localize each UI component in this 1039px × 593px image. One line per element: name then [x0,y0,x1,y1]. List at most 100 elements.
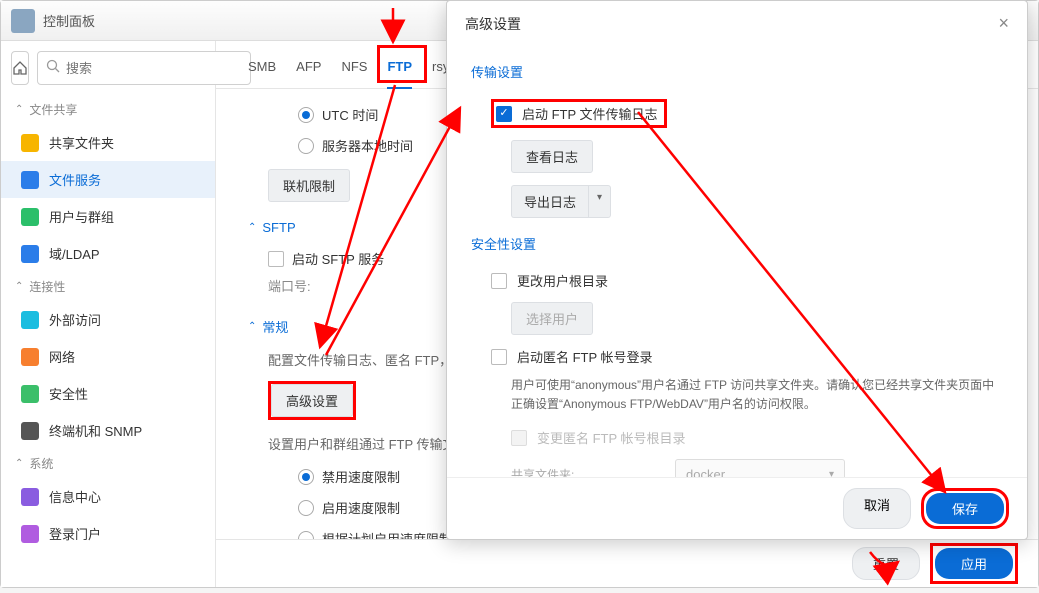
file-services-icon [21,171,39,189]
chevron-up-icon: ⌃ [15,458,23,469]
annotation-highlight: 应用 [930,543,1018,584]
chevron-up-icon: ⌃ [15,104,23,115]
sidebar-item-label: 共享文件夹 [49,133,114,152]
sidebar-group-connectivity[interactable]: ⌃ 连接性 [1,272,215,301]
sidebar-item-label: 用户与群组 [49,207,114,226]
chevron-up-icon: ⌃ [248,222,256,233]
section-title: 常规 [262,317,288,336]
section-title: SFTP [262,220,295,235]
sidebar-item-label: 登录门户 [49,524,101,543]
folder-icon [21,134,39,152]
transfer-section-header: 传输设置 [471,62,1003,81]
cancel-button[interactable]: 取消 [843,488,911,529]
change-anon-root-checkbox: 变更匿名 FTP 帐号根目录 [471,422,1003,453]
sidebar-group-label: 连接性 [29,278,65,295]
sidebar-item-label: 外部访问 [49,310,101,329]
enable-ftp-log-checkbox[interactable]: 启动 FTP 文件传输日志 [471,93,1003,134]
network-icon [21,348,39,366]
shield-icon [21,385,39,403]
port-label: 端口号: [268,276,311,295]
app-icon [11,9,35,33]
button-label: 导出日志 [511,185,588,218]
dialog-title: 高级设置 [465,14,521,34]
dialog-close-button[interactable]: × [998,13,1009,34]
view-log-button[interactable]: 查看日志 [511,140,593,173]
annotation-highlight: 启动 FTP 文件传输日志 [491,99,667,128]
share-folder-row: 共享文件夹: docker▾ [471,453,1003,477]
sidebar-item-shared-folder[interactable]: 共享文件夹 [1,124,215,161]
advanced-settings-button[interactable]: 高级设置 [271,384,353,417]
sidebar-item-security[interactable]: 安全性 [1,375,215,412]
bottom-action-bar: 重置 应用 [216,539,1038,587]
sidebar-item-login-portal[interactable]: 登录门户 [1,515,215,552]
checkbox-label: 启动 SFTP 服务 [292,249,384,268]
enable-anon-ftp-checkbox[interactable]: 启动匿名 FTP 帐号登录 [471,341,1003,372]
checkbox-label: 变更匿名 FTP 帐号根目录 [537,428,686,447]
checkbox-label: 更改用户根目录 [517,271,608,290]
anon-desc: 用户可使用“anonymous”用户名通过 FTP 访问共享文件夹。请确认您已经… [471,372,1003,422]
sidebar-item-domain-ldap[interactable]: 域/LDAP [1,235,215,272]
home-button[interactable] [11,51,29,85]
sidebar-group-fileshare[interactable]: ⌃ 文件共享 [1,95,215,124]
sidebar-item-terminal-snmp[interactable]: 终端机和 SNMP [1,412,215,449]
home-icon [12,60,28,76]
dialog-footer: 取消 保存 [447,477,1027,539]
sidebar-item-network[interactable]: 网络 [1,338,215,375]
radio-icon [298,107,314,123]
sidebar-group-label: 系统 [29,455,53,472]
tab-ftp[interactable]: FTP [387,59,412,88]
radio-icon [298,500,314,516]
external-icon [21,311,39,329]
sidebar-item-users-groups[interactable]: 用户与群组 [1,198,215,235]
chevron-up-icon: ⌃ [15,281,23,292]
sidebar-item-label: 网络 [49,347,75,366]
chevron-down-icon: ▾ [829,469,834,477]
export-log-button[interactable]: 导出日志 ▾ [511,185,611,218]
radio-label: 启用速度限制 [322,498,400,517]
reset-button[interactable]: 重置 [852,547,920,580]
checkbox-icon [491,349,507,365]
dialog-titlebar: 高级设置 × [447,1,1027,46]
sidebar-item-label: 文件服务 [49,170,101,189]
chevron-down-icon: ▾ [588,185,611,218]
annotation-highlight: 高级设置 [268,381,356,420]
window-title: 控制面板 [43,11,95,30]
connection-limit-button[interactable]: 联机限制 [268,169,350,202]
chevron-up-icon: ⌃ [248,321,256,332]
radio-icon [298,469,314,485]
info-icon [21,488,39,506]
checkbox-icon [496,106,512,122]
users-icon [21,208,39,226]
sidebar-group-label: 文件共享 [29,101,77,118]
checkbox-icon [268,251,284,267]
select-user-button[interactable]: 选择用户 [511,302,593,335]
dialog-body: 传输设置 启动 FTP 文件传输日志 查看日志 导出日志 ▾ 安全性设置 更改用… [447,46,1027,477]
checkbox-label: 启动匿名 FTP 帐号登录 [517,347,653,366]
radio-icon [298,138,314,154]
checkbox-icon [491,273,507,289]
sidebar-item-label: 域/LDAP [49,244,100,263]
security-section-header: 安全性设置 [471,234,1003,253]
tab-smb[interactable]: SMB [248,59,276,88]
radio-label: 禁用速度限制 [322,467,400,486]
tab-nfs[interactable]: NFS [341,59,367,88]
apply-button[interactable]: 应用 [935,548,1013,579]
radio-label: 服务器本地时间 [322,136,413,155]
sidebar: ⌃文件共享 共享文件夹 文件服务 用户与群组 域/LDAP ⌃连接性 外部访问 … [1,41,216,587]
checkbox-icon [511,430,527,446]
radio-label: UTC 时间 [322,105,378,124]
share-folder-select[interactable]: docker▾ [675,459,845,477]
tab-afp[interactable]: AFP [296,59,321,88]
save-button[interactable]: 保存 [926,493,1004,524]
terminal-icon [21,422,39,440]
search-icon [46,59,60,78]
change-user-root-checkbox[interactable]: 更改用户根目录 [471,265,1003,296]
checkbox-label: 启动 FTP 文件传输日志 [522,104,658,123]
sidebar-item-file-services[interactable]: 文件服务 [1,161,215,198]
sidebar-group-system[interactable]: ⌃ 系统 [1,449,215,478]
sidebar-item-external-access[interactable]: 外部访问 [1,301,215,338]
ldap-icon [21,245,39,263]
login-icon [21,525,39,543]
sidebar-item-info-center[interactable]: 信息中心 [1,478,215,515]
sidebar-item-label: 终端机和 SNMP [49,421,142,440]
